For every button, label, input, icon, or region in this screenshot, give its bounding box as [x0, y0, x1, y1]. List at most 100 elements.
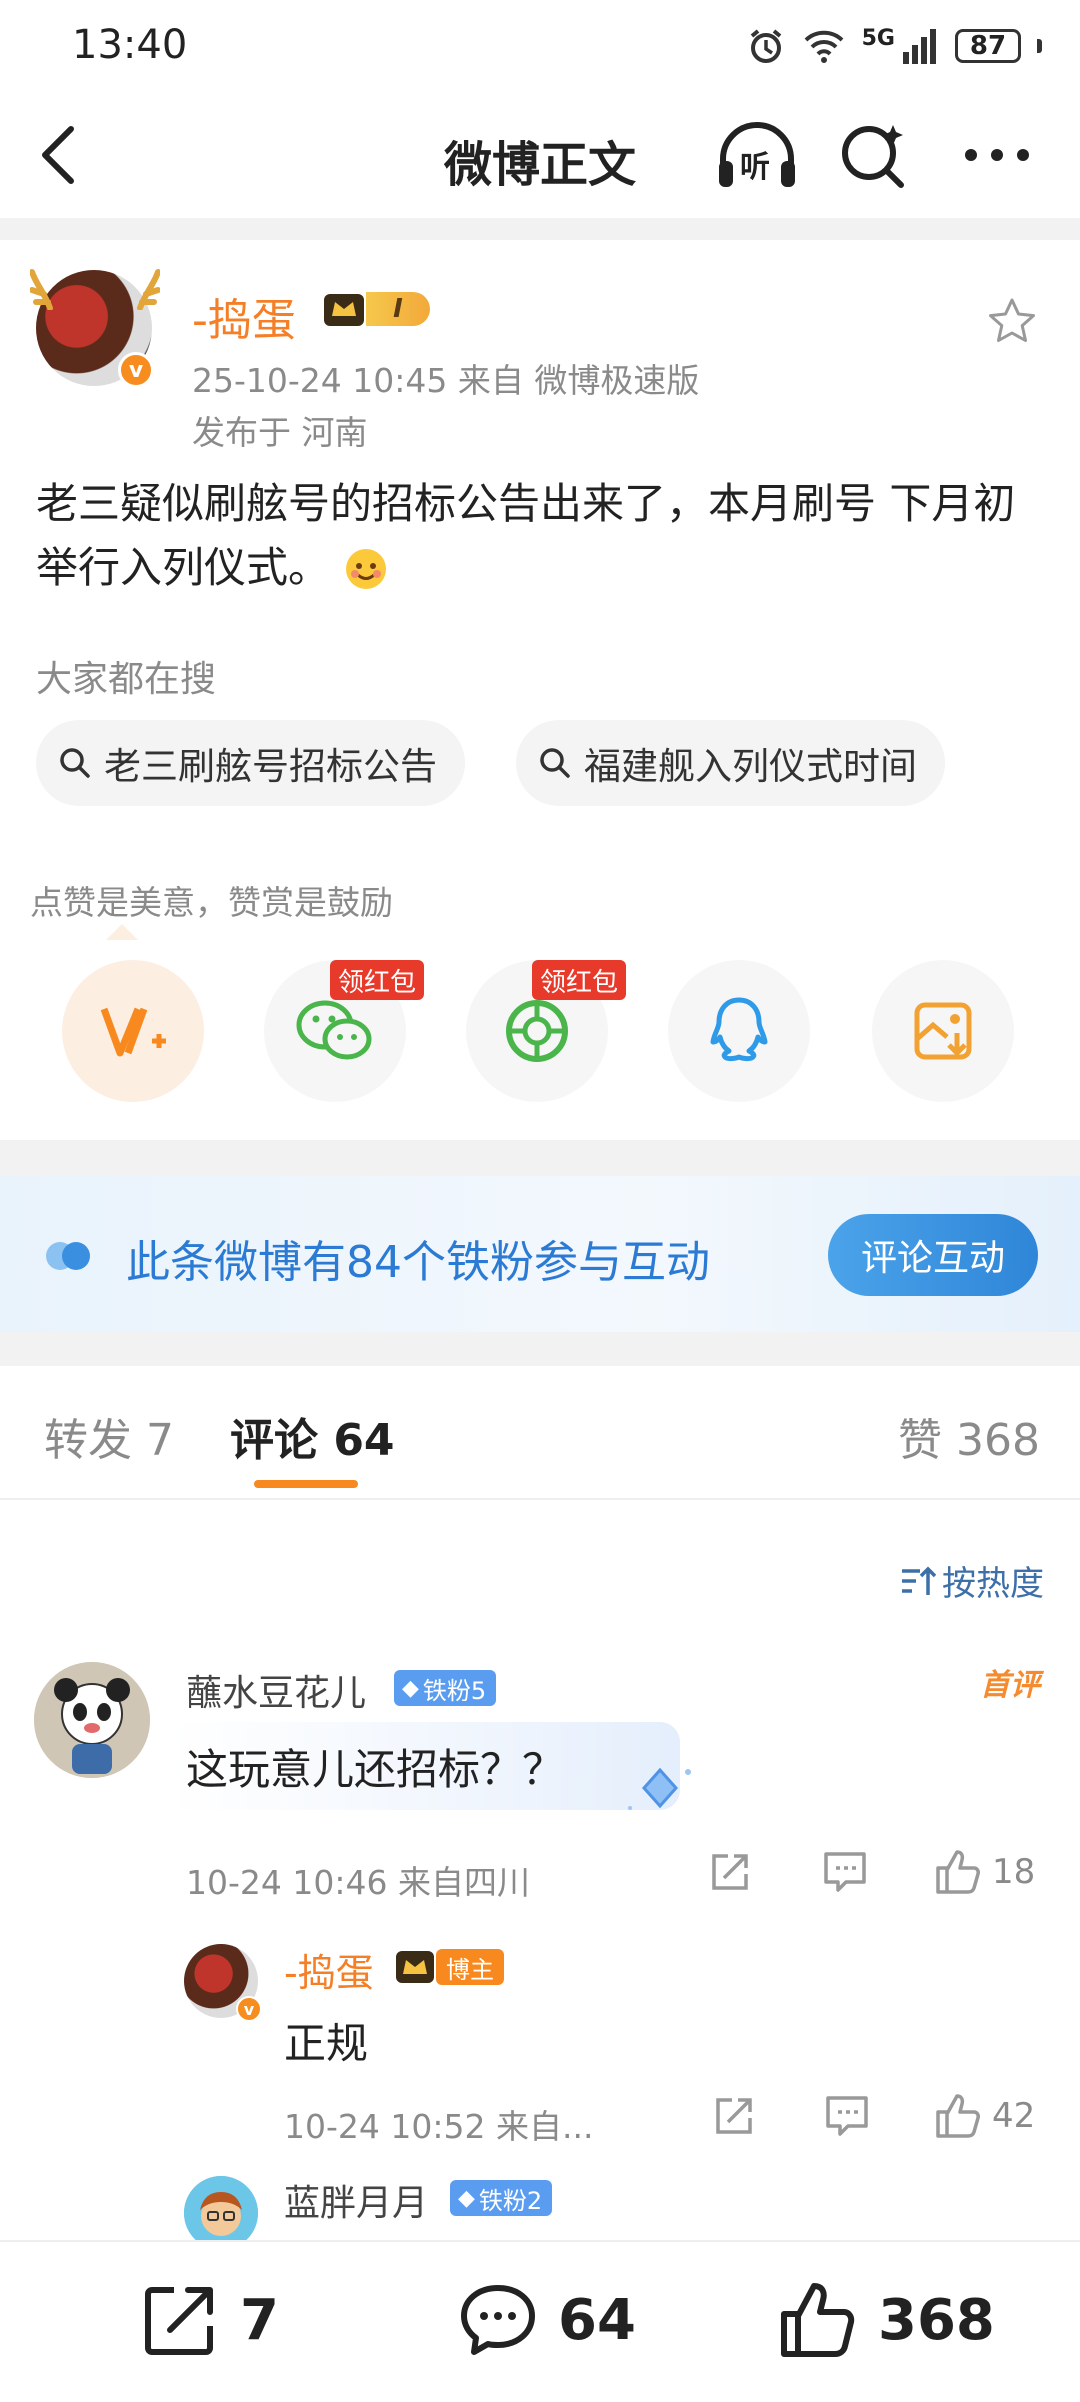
repost-icon: [712, 1854, 748, 1890]
reward-button[interactable]: [62, 960, 204, 1102]
fan-level-badge: ◆ 铁粉2: [450, 2180, 553, 2216]
more-dots-icon: [965, 149, 1029, 161]
verified-badge-icon: v: [236, 1996, 262, 2022]
fans-icon: [46, 1242, 90, 1270]
reward-tip: 点赞是美意，赞赏是鼓励: [30, 883, 393, 922]
diamond-icon: ◆: [458, 2185, 475, 2211]
reward-icon: [100, 1007, 166, 1057]
star-icon: [989, 298, 1035, 342]
commenter-name[interactable]: 蘸水豆花儿: [186, 1664, 366, 1716]
search-icon: [540, 748, 570, 778]
post-text-body: 老三疑似刷舷号的招标公告出来了，本月刷号 下月初举行入列仪式。: [36, 479, 1016, 592]
more-button[interactable]: [952, 110, 1042, 200]
post-time-source: 25-10-24 10:45 来自 微博极速版: [192, 361, 700, 400]
antlers-decoration-icon: [30, 269, 160, 310]
like-count: 368: [878, 2287, 995, 2353]
tab-repost[interactable]: 转发 7: [44, 1404, 174, 1468]
signal-icon: [903, 29, 936, 64]
search-icon: [60, 748, 90, 778]
comment-meta: 10-24 10:46 来自四川: [186, 1863, 530, 1902]
reply-meta: 10-24 10:52 来自...: [284, 2107, 594, 2146]
comment-repost-button[interactable]: [708, 1850, 752, 1894]
like-button[interactable]: 368: [778, 2280, 995, 2360]
comment-bubble-icon: [461, 2285, 535, 2355]
author-name[interactable]: -捣蛋: [192, 284, 296, 348]
fan-level-label: 铁粉2: [478, 2186, 543, 2215]
crown-icon: [396, 1951, 434, 1983]
fans-banner-text: 此条微博有84个铁粉参与互动: [126, 1237, 710, 1288]
comment-count: 64: [558, 2287, 636, 2353]
section-divider: [0, 1332, 1080, 1366]
fan-level-badge: ◆ 铁粉5: [394, 1670, 497, 1706]
search-sparkle-icon: [842, 125, 904, 188]
search-button[interactable]: [828, 110, 918, 200]
comment-like-count: 18: [992, 1852, 1036, 1892]
sort-icon: [902, 1566, 936, 1595]
tip-pointer: [106, 924, 138, 940]
thumbs-up-icon: [936, 1850, 980, 1894]
search-chip[interactable]: 福建舰入列仪式时间: [516, 720, 945, 806]
status-icons: 5G 87: [746, 26, 1042, 66]
blogger-label: 博主: [436, 1949, 504, 1985]
panda-avatar-icon: [34, 1662, 150, 1778]
reply-repost-button[interactable]: [712, 2094, 756, 2138]
status-time: 13:40: [72, 22, 188, 68]
fan-level-label: 铁粉5: [422, 1676, 487, 1705]
battery-tip: [1037, 39, 1042, 53]
reply-text: 正规: [284, 2019, 369, 2068]
reply-author-avatar[interactable]: v: [184, 1944, 262, 2022]
reply-author-name[interactable]: -捣蛋: [284, 1942, 374, 1997]
red-packet-tag: 领红包: [330, 960, 425, 1000]
comment-like-button[interactable]: 18: [934, 1848, 1035, 1896]
section-divider: [0, 1140, 1080, 1176]
reply-like-count: 42: [992, 2096, 1036, 2136]
repost-icon: [716, 2098, 752, 2134]
sort-button[interactable]: 按热度: [900, 1556, 1044, 1605]
comment-text: 这玩意儿还招标？？: [186, 1745, 565, 1794]
commenter-avatar[interactable]: [34, 1662, 150, 1778]
moments-icon: [506, 1000, 568, 1062]
save-image-icon: [914, 1002, 972, 1060]
sort-label: 按热度: [942, 1564, 1044, 1604]
reply-like-button[interactable]: 42: [934, 2092, 1035, 2140]
wechat-icon: [296, 1000, 372, 1060]
tabs-divider: [0, 1498, 1080, 1500]
qq-icon: [710, 997, 768, 1062]
red-packet-tag: 领红包: [532, 960, 627, 1000]
trending-search-label: 大家都在搜: [36, 659, 217, 700]
active-tab-indicator: [254, 1480, 358, 1488]
share-icon: [145, 2287, 213, 2355]
wifi-icon: [804, 30, 844, 63]
thumbs-up-icon: [936, 2094, 980, 2138]
cartoon-boy-avatar-icon: [184, 2176, 258, 2250]
comment-icon: [826, 2096, 868, 2136]
reply-comment-button[interactable]: [824, 2094, 870, 2138]
comment-button[interactable]: 64: [458, 2280, 636, 2360]
blogger-badge: 博主: [394, 1948, 504, 1986]
commenter-avatar[interactable]: [184, 2176, 258, 2250]
bubble-diamond-decoration-icon: [628, 1767, 691, 1810]
listen-button[interactable]: 听: [712, 110, 802, 200]
member-level: I: [366, 292, 430, 326]
section-divider: [0, 218, 1080, 240]
favorite-button[interactable]: [986, 296, 1038, 352]
commenter-name[interactable]: 蓝胖月月: [284, 2174, 428, 2226]
search-chip-label: 老三刷舷号招标公告: [104, 745, 437, 788]
repost-count: 7: [240, 2287, 279, 2353]
listen-label: 听: [740, 150, 770, 185]
tab-like[interactable]: 赞 368: [898, 1404, 1040, 1468]
save-image-button[interactable]: [872, 960, 1014, 1102]
comment-interact-button[interactable]: 评论互动: [828, 1214, 1038, 1296]
post-text: 老三疑似刷舷号的招标公告出来了，本月刷号 下月初举行入列仪式。: [36, 472, 1046, 600]
comment-icon: [824, 1852, 866, 1892]
share-qq-button[interactable]: [668, 960, 810, 1102]
search-chip[interactable]: 老三刷舷号招标公告: [36, 720, 465, 806]
member-crown-badge: I: [322, 290, 430, 328]
tab-comment[interactable]: 评论 64: [230, 1404, 395, 1468]
search-chip-label: 福建舰入列仪式时间: [584, 745, 917, 788]
diamond-icon: ◆: [402, 1675, 419, 1701]
repost-button[interactable]: 7: [140, 2280, 279, 2360]
network-label: 5G: [861, 26, 895, 51]
comment-reply-button[interactable]: [822, 1850, 868, 1894]
smiling-face-emoji-icon: [346, 549, 387, 589]
